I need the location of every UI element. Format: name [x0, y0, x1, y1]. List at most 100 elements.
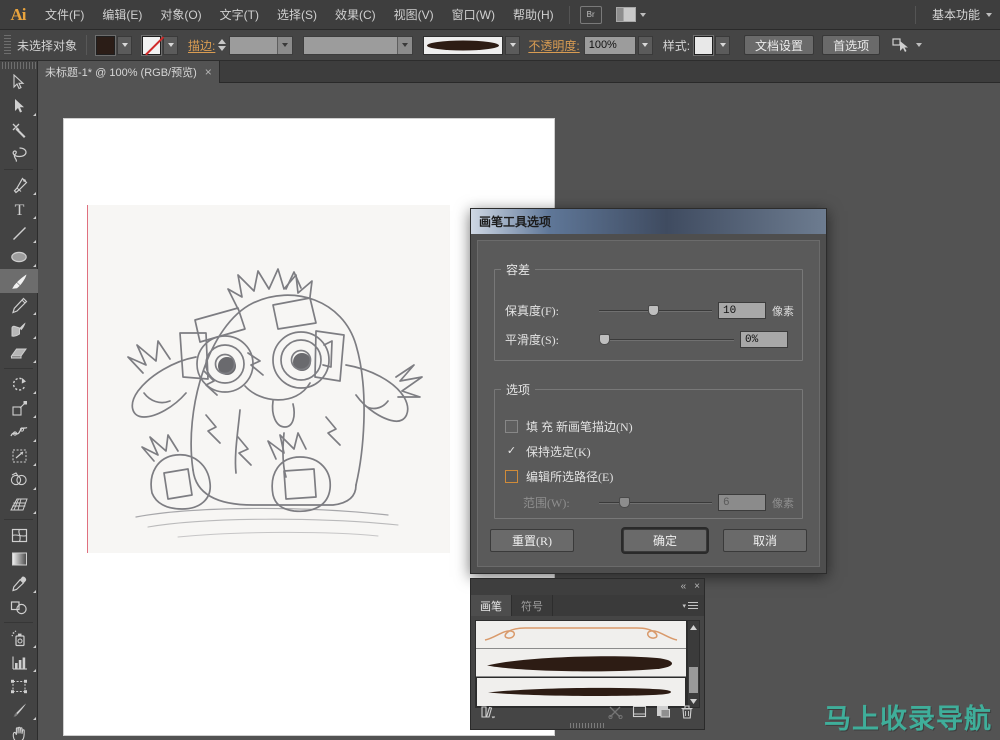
select-similar-chevron-down-icon[interactable]: [916, 43, 923, 47]
range-slider[interactable]: [599, 496, 712, 509]
artboard-tool[interactable]: [0, 674, 38, 698]
magic-wand-tool[interactable]: [0, 118, 38, 142]
select-similar-objects-icon[interactable]: [892, 37, 912, 53]
collapse-panel-icon[interactable]: «: [681, 582, 687, 592]
stroke-chevron-down-icon[interactable]: [163, 35, 179, 55]
range-input[interactable]: 6: [718, 494, 766, 511]
eraser-tool[interactable]: [0, 341, 38, 365]
stroke-weight-label[interactable]: 描边:: [188, 37, 215, 54]
reset-button[interactable]: 重置(R): [490, 529, 574, 552]
brush-definition-preview[interactable]: [423, 35, 504, 55]
graphic-style-swatch[interactable]: [694, 35, 714, 55]
gradient-tool[interactable]: [0, 547, 38, 571]
cancel-button[interactable]: 取消: [723, 529, 807, 552]
hand-tool[interactable]: [0, 722, 38, 740]
tab-brushes[interactable]: 画笔: [471, 595, 512, 616]
keep-selected-row[interactable]: ✓ 保持选定(K): [505, 443, 591, 460]
line-segment-tool[interactable]: [0, 221, 38, 245]
blend-tool[interactable]: [0, 595, 38, 619]
slice-tool[interactable]: [0, 698, 38, 722]
stroke-weight-combo[interactable]: [229, 35, 294, 55]
lasso-tool[interactable]: [0, 142, 38, 166]
panel-title-bar[interactable]: « ×: [471, 579, 704, 595]
menu-view[interactable]: 视图(V): [385, 0, 443, 30]
blob-brush-tool[interactable]: [0, 317, 38, 341]
smoothness-input[interactable]: 0%: [740, 331, 788, 348]
close-icon[interactable]: ×: [205, 65, 212, 79]
pencil-tool[interactable]: [0, 293, 38, 317]
new-brush-icon[interactable]: [652, 703, 674, 721]
arrange-chevron-down-icon[interactable]: [639, 12, 646, 17]
pen-tool[interactable]: [0, 173, 38, 197]
opacity-value[interactable]: 100%: [583, 35, 636, 55]
opacity-chevron-down-icon[interactable]: [637, 35, 653, 55]
fill-chevron-down-icon[interactable]: [117, 35, 133, 55]
eyedropper-tool[interactable]: [0, 571, 38, 595]
brush-libraries-menu-icon[interactable]: [477, 703, 499, 721]
stroke-weight-stepper[interactable]: [218, 38, 227, 52]
menu-select[interactable]: 选择(S): [268, 0, 326, 30]
edit-selected-paths-checkbox[interactable]: [505, 470, 518, 483]
brushes-panel[interactable]: « × 画笔 符号 ▾: [470, 578, 705, 730]
ellipse-tool[interactable]: [0, 245, 38, 269]
menu-effect[interactable]: 效果(C): [326, 0, 385, 30]
scrollbar-thumb[interactable]: [689, 667, 698, 693]
menu-help[interactable]: 帮助(H): [504, 0, 563, 30]
menu-object[interactable]: 对象(O): [151, 0, 210, 30]
shape-builder-tool[interactable]: [0, 468, 38, 492]
brush-list-scrollbar[interactable]: [687, 620, 700, 708]
mesh-tool[interactable]: [0, 523, 38, 547]
type-tool[interactable]: T: [0, 197, 38, 221]
panel-menu-icon[interactable]: ▾: [682, 595, 704, 616]
menu-file[interactable]: 文件(F): [36, 0, 93, 30]
close-panel-icon[interactable]: ×: [694, 582, 700, 592]
free-transform-tool[interactable]: [0, 444, 38, 468]
brush-tool-options-dialog[interactable]: 画笔工具选项 容差 保真度(F): 10 像素 平滑度(S): 0% 选项 填 …: [470, 208, 827, 574]
paintbrush-tool[interactable]: [0, 269, 38, 293]
control-bar-grip[interactable]: [4, 34, 11, 56]
dialog-title-bar[interactable]: 画笔工具选项: [471, 209, 826, 234]
document-tab[interactable]: 未标题-1* @ 100% (RGB/预览) ×: [38, 61, 220, 83]
document-setup-button[interactable]: 文档设置: [744, 35, 815, 55]
direct-selection-tool[interactable]: [0, 94, 38, 118]
symbol-sprayer-tool[interactable]: [0, 626, 38, 650]
fill-color-swatch[interactable]: [96, 35, 116, 55]
width-warp-tool[interactable]: [0, 420, 38, 444]
opacity-label[interactable]: 不透明度:: [528, 37, 579, 54]
brush-item-thick-tapered[interactable]: [476, 649, 686, 677]
brush-definition-chevron-down-icon[interactable]: [505, 35, 521, 55]
placed-sketch-image[interactable]: [88, 205, 450, 553]
fidelity-slider[interactable]: [599, 304, 712, 317]
stroke-profile-combo[interactable]: [303, 35, 414, 55]
fidelity-input[interactable]: 10: [718, 302, 766, 319]
keep-selected-checkbox[interactable]: ✓: [505, 445, 518, 458]
perspective-grid-tool[interactable]: [0, 492, 38, 516]
rotate-tool[interactable]: [0, 372, 38, 396]
delete-brush-icon[interactable]: [676, 703, 698, 721]
preferences-button[interactable]: 首选项: [822, 35, 881, 55]
tools-panel-grip[interactable]: [0, 61, 37, 70]
scroll-up-icon[interactable]: [688, 621, 699, 633]
fill-new-brush-strokes-row[interactable]: 填 充 新画笔描边(N): [505, 418, 633, 435]
bridge-icon[interactable]: Br: [579, 5, 602, 24]
style-chevron-down-icon[interactable]: [715, 35, 731, 55]
arrange-documents-icon[interactable]: [615, 7, 636, 22]
fill-new-brush-strokes-checkbox[interactable]: [505, 420, 518, 433]
workspace-switcher-label[interactable]: 基本功能: [922, 6, 982, 23]
stroke-color-swatch[interactable]: [142, 35, 162, 55]
edit-selected-paths-row[interactable]: 编辑所选路径(E): [505, 468, 613, 485]
options-of-selected-object-icon[interactable]: [628, 703, 650, 721]
tab-symbols[interactable]: 符号: [512, 595, 553, 616]
brush-list[interactable]: [475, 620, 687, 708]
workspace-chevron-down-icon[interactable]: [986, 12, 992, 17]
column-graph-tool[interactable]: [0, 650, 38, 674]
ok-button[interactable]: 确定: [623, 529, 707, 552]
selection-tool[interactable]: [0, 70, 38, 94]
menu-edit[interactable]: 编辑(E): [93, 0, 151, 30]
smoothness-slider[interactable]: [599, 333, 734, 346]
panel-resize-grip[interactable]: [569, 723, 606, 728]
menu-type[interactable]: 文字(T): [211, 0, 268, 30]
menu-window[interactable]: 窗口(W): [443, 0, 504, 30]
scale-tool[interactable]: [0, 396, 38, 420]
brush-item-orange-loop[interactable]: [476, 621, 686, 649]
